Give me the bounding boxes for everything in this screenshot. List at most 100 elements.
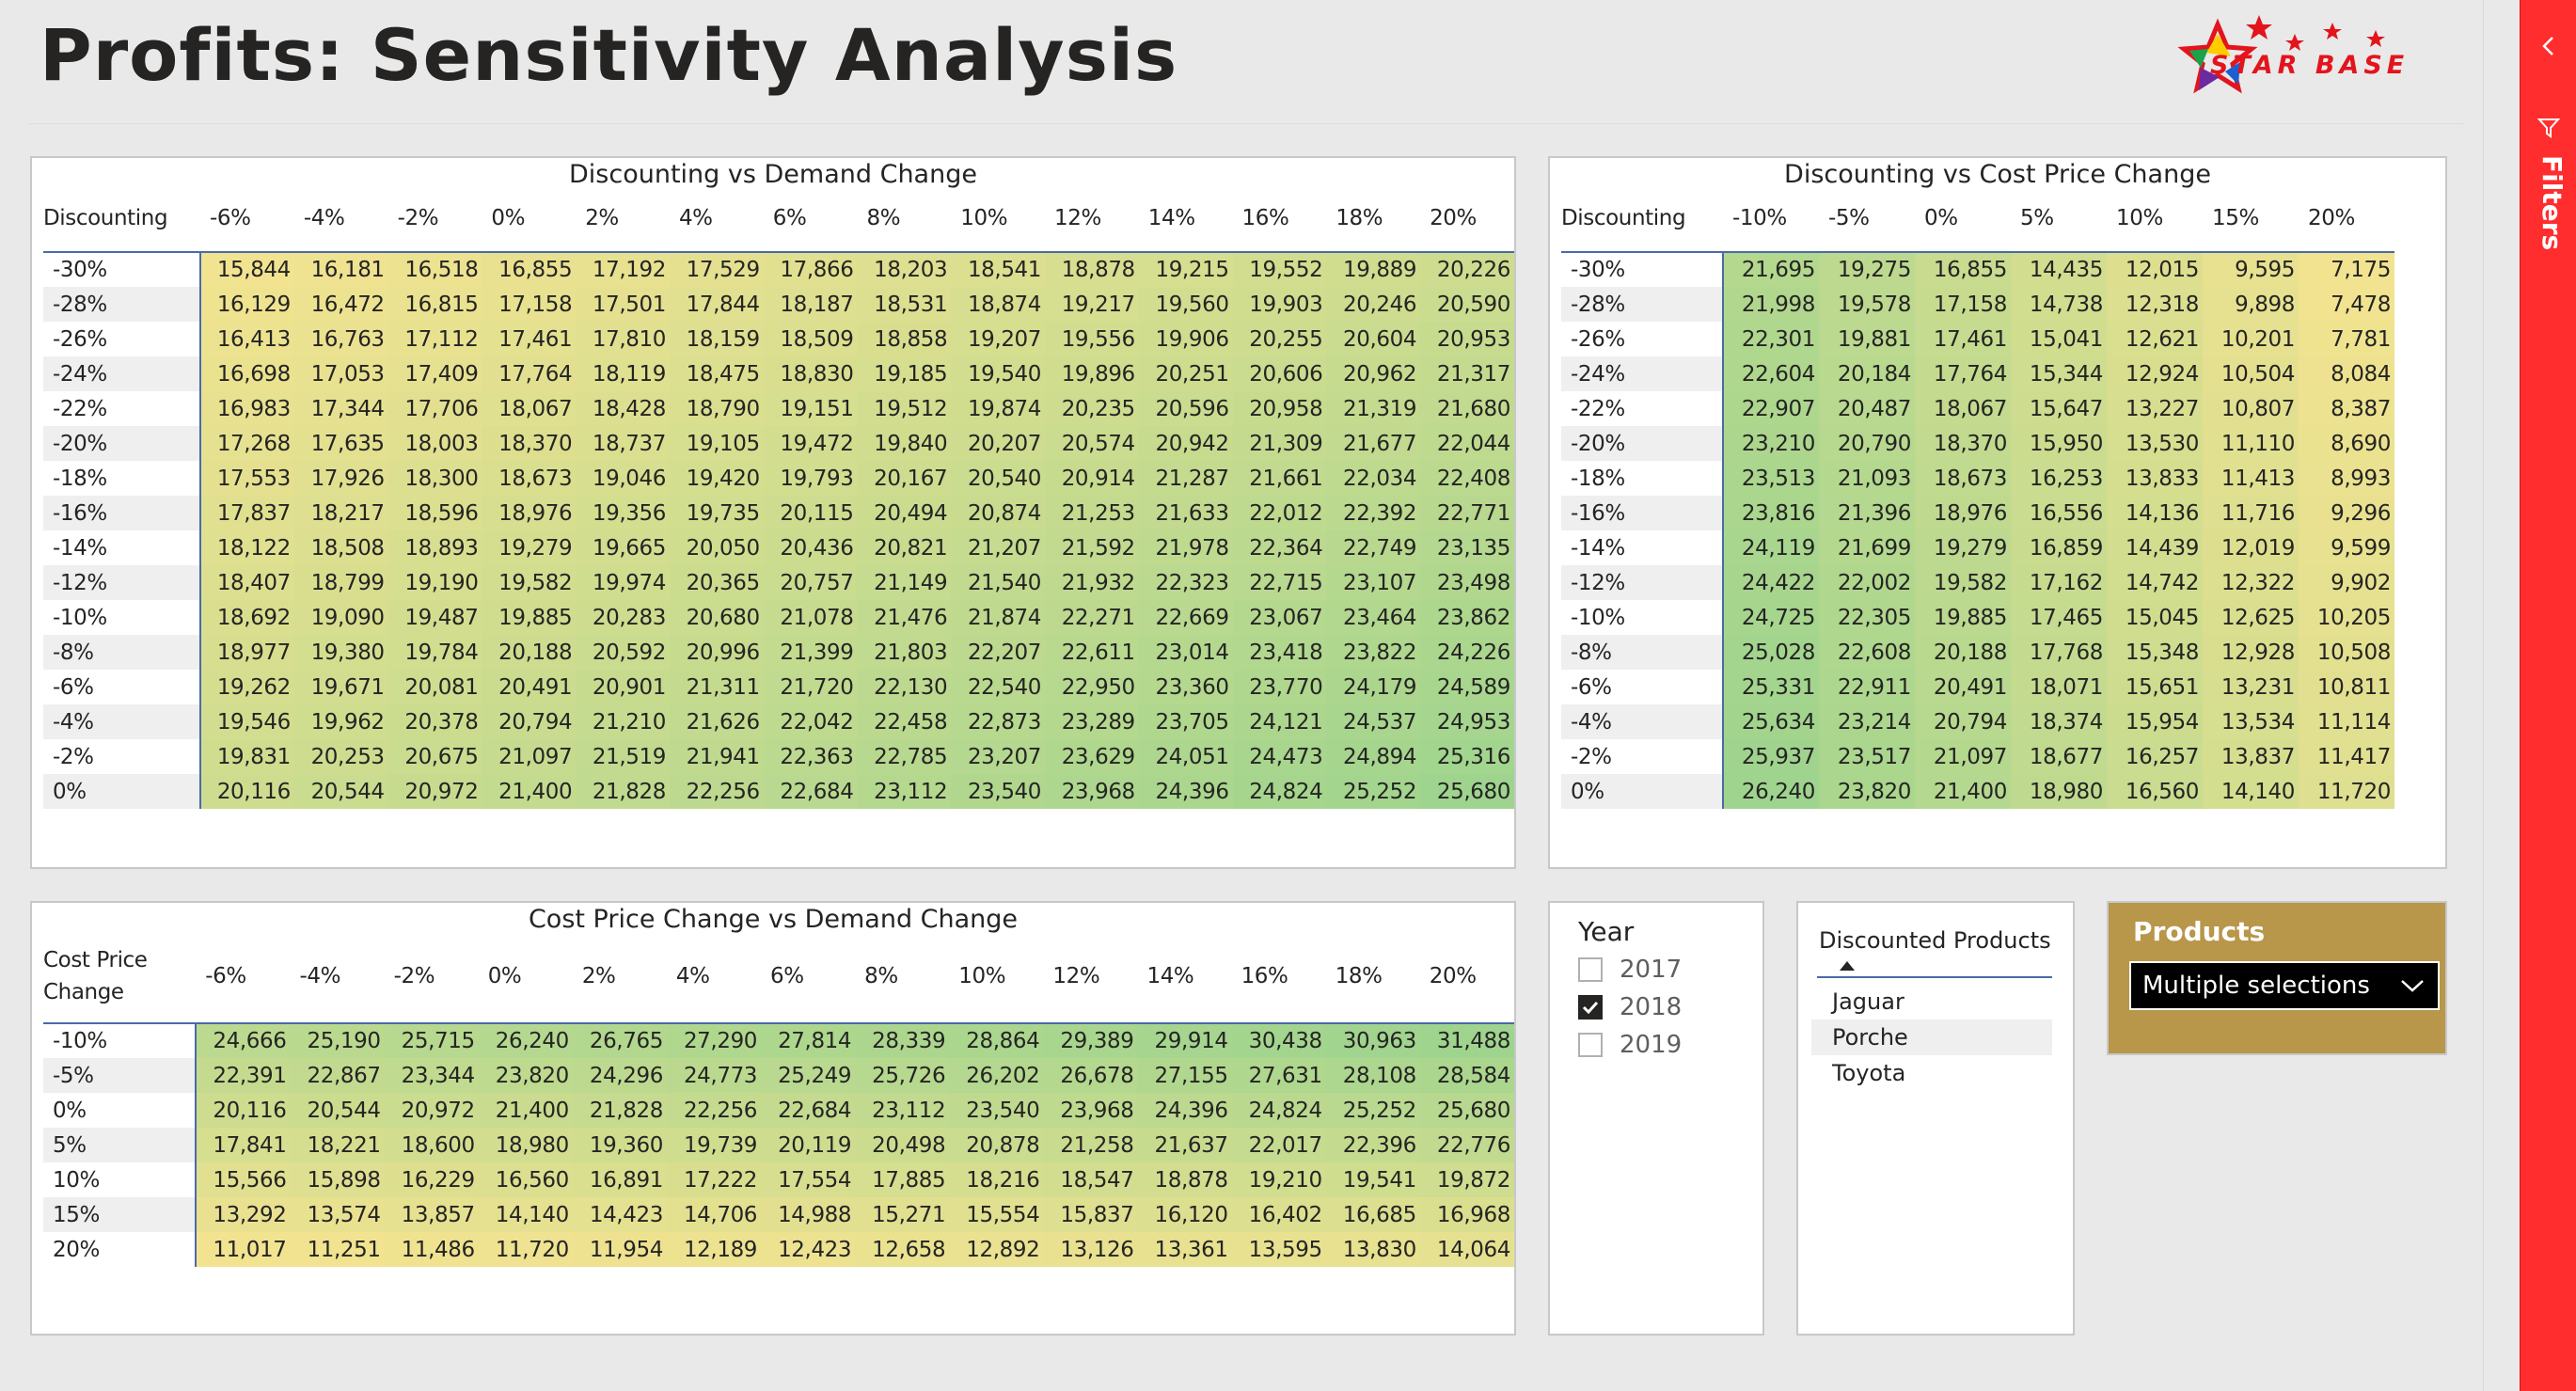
matrix-row-header[interactable]: -28%	[43, 287, 201, 322]
matrix-row-header[interactable]: -10%	[43, 1023, 198, 1058]
matrix-row-header[interactable]: -5%	[43, 1058, 198, 1093]
matrix-row-header[interactable]: -6%	[43, 670, 201, 704]
filters-pane[interactable]: Filters	[2520, 0, 2576, 1391]
matrix-column-header[interactable]: 4%	[670, 199, 764, 237]
matrix-row-header[interactable]: -20%	[43, 426, 201, 461]
year-option-2018[interactable]: 2018	[1578, 993, 1682, 1021]
matrix-column-header[interactable]: 5%	[2011, 199, 2107, 237]
matrix-row-header[interactable]: -26%	[1561, 322, 1724, 356]
matrix-column-header[interactable]: 6%	[761, 944, 855, 1008]
matrix-row-header[interactable]: -16%	[1561, 496, 1724, 530]
matrix-cell: 20,794	[1915, 704, 2011, 739]
matrix-row-header[interactable]: 0%	[43, 774, 201, 809]
matrix-row-header[interactable]: -26%	[43, 322, 201, 356]
matrix-column-header[interactable]: 20%	[2299, 199, 2394, 237]
matrix-row-header[interactable]: -2%	[43, 739, 201, 774]
matrix-cell: 18,370	[482, 426, 577, 461]
matrix-cell: 17,866	[763, 252, 858, 287]
matrix-row-header[interactable]: -10%	[43, 600, 201, 635]
matrix-column-header[interactable]: 0%	[1915, 199, 2011, 237]
matrix-row-header[interactable]: -12%	[43, 565, 201, 600]
matrix-column-header[interactable]: -4%	[290, 944, 384, 1008]
matrix-row-header[interactable]: 15%	[43, 1197, 198, 1232]
matrix-row-header[interactable]: -2%	[1561, 739, 1724, 774]
matrix-row-header[interactable]: -24%	[43, 356, 201, 391]
matrix-column-header[interactable]: 0%	[479, 944, 573, 1008]
matrix-column-header[interactable]: 15%	[2203, 199, 2299, 237]
matrix-column-header[interactable]: 8%	[855, 944, 949, 1008]
matrix-row-header[interactable]: -30%	[1561, 252, 1724, 287]
matrix-row-header[interactable]: -20%	[1561, 426, 1724, 461]
discounted-products-header[interactable]: Discounted Products	[1817, 916, 2052, 978]
matrix-row-header[interactable]: 0%	[1561, 774, 1724, 809]
matrix-row-header[interactable]: -18%	[1561, 461, 1724, 496]
matrix-row-header[interactable]: 20%	[43, 1232, 198, 1267]
matrix-row-header[interactable]: 0%	[43, 1093, 198, 1128]
matrix-row-header[interactable]: -12%	[1561, 565, 1724, 600]
matrix-row-header[interactable]: 5%	[43, 1128, 198, 1162]
matrix-column-header[interactable]: 12%	[1045, 199, 1139, 237]
matrix-column-header[interactable]: -10%	[1723, 199, 1819, 237]
matrix-column-header[interactable]: -2%	[388, 199, 482, 237]
matrix-cell: 26,765	[572, 1023, 667, 1058]
matrix-row-header[interactable]: -18%	[43, 461, 201, 496]
matrix-column-header[interactable]: -6%	[200, 199, 294, 237]
matrix-column-header[interactable]: 2%	[573, 944, 667, 1008]
matrix-row-header[interactable]: -6%	[1561, 670, 1724, 704]
matrix-cell: 22,611	[1045, 635, 1139, 670]
matrix-row-header[interactable]: -22%	[43, 391, 201, 426]
matrix-column-header[interactable]: 16%	[1232, 944, 1326, 1008]
matrix-column-header[interactable]: 16%	[1233, 199, 1327, 237]
matrix-row-header[interactable]: -8%	[1561, 635, 1724, 670]
matrix-column-header[interactable]: 0%	[482, 199, 576, 237]
matrix-column-header[interactable]: 10%	[949, 944, 1043, 1008]
matrix-row-header[interactable]: -14%	[43, 530, 201, 565]
discounted-product-row[interactable]: Toyota	[1811, 1055, 2052, 1091]
year-option-2019[interactable]: 2019	[1578, 1031, 1682, 1059]
matrix-row-header[interactable]: -30%	[43, 252, 201, 287]
matrix-row-header[interactable]: -22%	[1561, 391, 1724, 426]
matrix-discount-demand[interactable]: Discounting -6% -4% -2% 0% 2% 4% 6% 8% 10% 12% 14% 1…	[43, 199, 1514, 809]
checkbox-checked-icon[interactable]	[1578, 995, 1603, 1020]
matrix-row-header[interactable]: -10%	[1561, 600, 1724, 635]
matrix-column-header[interactable]: 10%	[2107, 199, 2203, 237]
matrix-column-header[interactable]: 12%	[1043, 944, 1137, 1008]
matrix-row-header[interactable]: -4%	[43, 704, 201, 739]
matrix-column-header[interactable]: 10%	[951, 199, 1045, 237]
matrix-row-header[interactable]: -4%	[1561, 704, 1724, 739]
matrix-cell: 21,093	[1819, 461, 1915, 496]
discounted-product-row[interactable]: Jaguar	[1811, 984, 2052, 1020]
matrix-column-header[interactable]: 14%	[1139, 199, 1233, 237]
matrix-column-header[interactable]: 8%	[857, 199, 951, 237]
matrix-column-header[interactable]: 4%	[667, 944, 761, 1008]
matrix-row-header[interactable]: -16%	[43, 496, 201, 530]
matrix-column-header[interactable]: 18%	[1326, 199, 1420, 237]
matrix-row-header[interactable]: -14%	[1561, 530, 1724, 565]
matrix-column-header[interactable]: -6%	[196, 944, 290, 1008]
matrix-column-header[interactable]: 18%	[1326, 944, 1420, 1008]
matrix-column-header[interactable]: 6%	[764, 199, 858, 237]
matrix-column-header[interactable]: -5%	[1819, 199, 1915, 237]
matrix-column-header[interactable]: -4%	[294, 199, 388, 237]
matrix-column-header[interactable]: 20%	[1420, 944, 1514, 1008]
matrix-column-header[interactable]: 2%	[576, 199, 670, 237]
matrix-row-header[interactable]: 10%	[43, 1162, 198, 1197]
checkbox-icon[interactable]	[1578, 1033, 1603, 1057]
matrix-column-header[interactable]: -2%	[385, 944, 479, 1008]
matrix-row: -26% 22,301 19,881 17,461 15,041 12,621 10,201…	[1561, 322, 2394, 356]
matrix-discount-costprice[interactable]: Discounting -10% -5% 0% 5% 10% 15% 20% -30% 21,69…	[1561, 199, 2394, 809]
year-option-2017[interactable]: 2017	[1578, 956, 1682, 984]
matrix-cell: 18,878	[1045, 252, 1139, 287]
checkbox-icon[interactable]	[1578, 957, 1603, 982]
matrix-column-header[interactable]: 20%	[1420, 199, 1514, 237]
chevron-left-icon[interactable]	[2536, 34, 2561, 58]
matrix-cell: 21,317	[1420, 356, 1514, 391]
matrix-row-header[interactable]: -24%	[1561, 356, 1724, 391]
discounted-product-row[interactable]: Porche	[1811, 1020, 2052, 1055]
matrix-column-header[interactable]: 14%	[1137, 944, 1231, 1008]
matrix-row-header[interactable]: -28%	[1561, 287, 1724, 322]
matrix-row-header[interactable]: -8%	[43, 635, 201, 670]
matrix-costprice-demand[interactable]: Cost Price Change -6% -4% -2% 0% 2% 4% 6% 8% 10% 1…	[43, 944, 1514, 1267]
matrix-cell: 8,993	[2299, 461, 2394, 496]
products-dropdown[interactable]: Multiple selections	[2129, 961, 2440, 1010]
